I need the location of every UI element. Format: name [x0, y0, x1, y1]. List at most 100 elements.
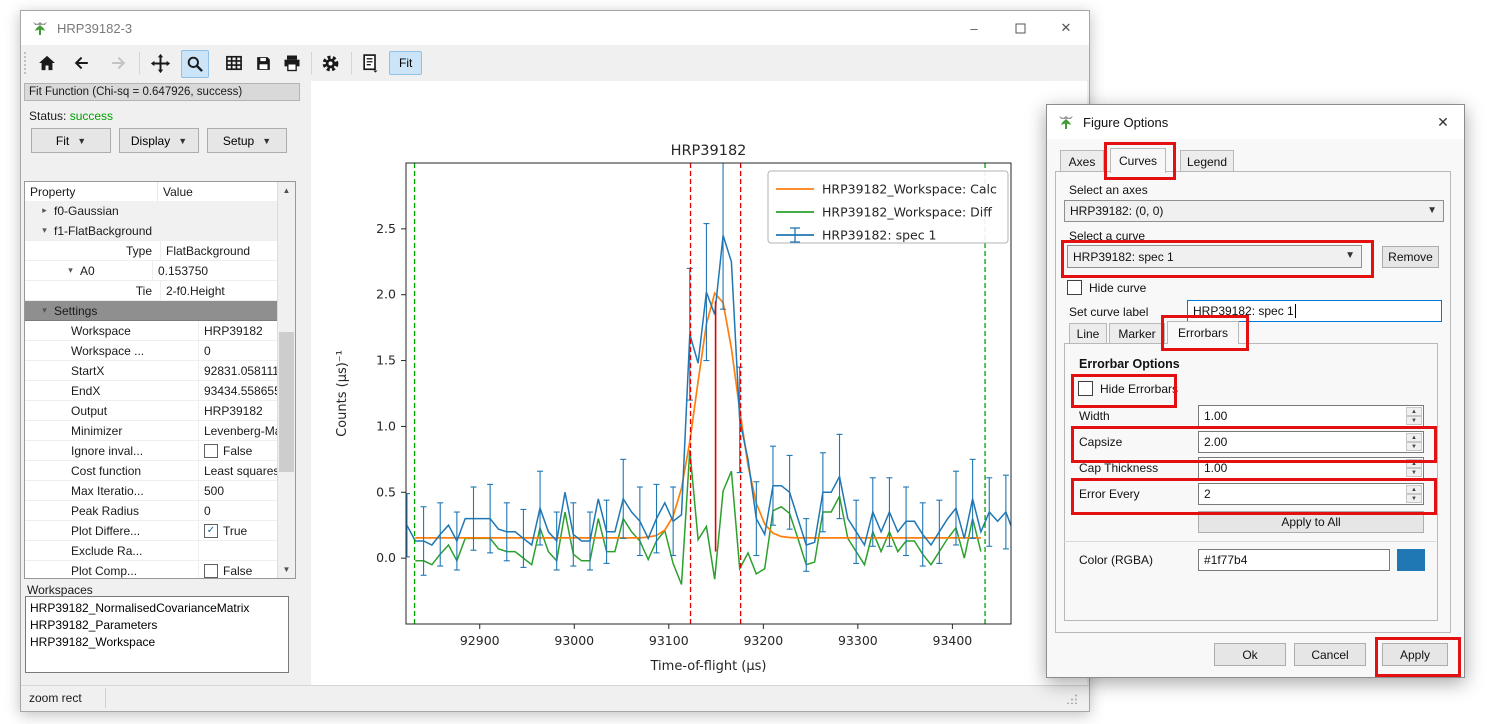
property-row[interactable]: Tie2-f0.Height [25, 281, 278, 301]
spin-down-icon[interactable]: ▼ [1406, 442, 1422, 451]
title-bar[interactable]: HRP39182-3 – ✕ [21, 11, 1089, 45]
spin-down-icon[interactable]: ▼ [1406, 468, 1422, 477]
maximize-button[interactable] [997, 11, 1043, 45]
grid-button[interactable] [221, 50, 247, 76]
property-row[interactable]: Peak Radius0 [25, 501, 278, 521]
hide-curve-checkbox[interactable] [1067, 280, 1082, 295]
property-row[interactable]: ▾f1-FlatBackground [25, 221, 278, 241]
spin-down-icon[interactable]: ▼ [1406, 416, 1422, 425]
property-row[interactable]: ▸f0-Gaussian [25, 201, 278, 221]
color-input[interactable]: #1f77b4 [1198, 549, 1390, 571]
axes-select[interactable]: HRP39182: (0, 0) ▼ [1064, 200, 1444, 222]
x-tick-label: 93100 [649, 633, 689, 648]
minimize-button[interactable]: – [951, 11, 997, 45]
property-row[interactable]: Workspace ...0 [25, 341, 278, 361]
workspace-list-item[interactable]: HRP39182_Parameters [30, 617, 288, 634]
workspace-list-item[interactable]: HRP39182_NormalisedCovarianceMatrix [30, 600, 288, 617]
property-label: Peak Radius [71, 504, 139, 518]
spin-up-icon[interactable]: ▲ [1406, 433, 1422, 442]
spin-up-icon[interactable]: ▲ [1406, 459, 1422, 468]
select-axes-label: Select an axes [1069, 183, 1148, 197]
spin-up-icon[interactable]: ▲ [1406, 485, 1422, 494]
remove-curve-button[interactable]: Remove [1382, 246, 1439, 268]
property-row[interactable]: Exclude Ra... [25, 541, 278, 561]
property-row[interactable]: Max Iteratio...500 [25, 481, 278, 501]
forward-button[interactable] [105, 50, 131, 76]
display-menu-button[interactable]: Display▼ [119, 128, 199, 153]
workspaces-list[interactable]: HRP39182_NormalisedCovarianceMatrixHRP39… [25, 596, 289, 673]
scrollbar-thumb[interactable] [279, 332, 294, 472]
apply-to-all-button[interactable]: Apply to All [1198, 511, 1424, 533]
fit-menu-button[interactable]: Fit▼ [31, 128, 111, 153]
capsize-value: 2.00 [1204, 435, 1227, 449]
curve-select[interactable]: HRP39182: spec 1 ▼ [1067, 245, 1362, 268]
toolbar-separator [311, 52, 312, 74]
y-tick-label: 2.0 [376, 287, 396, 302]
hide-errorbars-checkbox[interactable] [1078, 381, 1093, 396]
tab-curves[interactable]: Curves [1110, 148, 1166, 173]
save-button[interactable] [250, 50, 276, 76]
curve-label-input[interactable]: HRP39182: spec 1 [1187, 300, 1442, 322]
home-icon [37, 53, 57, 73]
scroll-down-icon[interactable]: ▼ [278, 561, 295, 578]
fit-toolbar-button[interactable]: Fit [389, 51, 422, 75]
property-row[interactable]: EndX93434.558655 [25, 381, 278, 401]
property-row[interactable]: MinimizerLevenberg-Marqua... [25, 421, 278, 441]
cap-thickness-spinbox[interactable]: 1.00 ▲ ▼ [1198, 457, 1424, 479]
color-label: Color (RGBA) [1079, 553, 1153, 567]
property-row[interactable]: WorkspaceHRP39182 [25, 321, 278, 341]
expand-icon[interactable]: ▸ [39, 205, 50, 216]
property-row[interactable]: OutputHRP39182 [25, 401, 278, 421]
print-button[interactable] [279, 50, 305, 76]
hide-errorbars-label: Hide Errorbars [1100, 382, 1178, 396]
close-button[interactable]: ✕ [1043, 11, 1089, 45]
color-swatch[interactable] [1397, 549, 1425, 571]
tab-errorbars[interactable]: Errorbars [1167, 321, 1239, 344]
collapse-icon[interactable]: ▾ [39, 225, 50, 236]
width-spinbox[interactable]: 1.00 ▲ ▼ [1198, 405, 1424, 427]
property-row[interactable]: Plot Differe...✓True [25, 521, 278, 541]
property-table-scrollbar[interactable]: ▲ ▼ [277, 182, 295, 578]
workspace-list-item[interactable]: HRP39182_Workspace [30, 634, 288, 651]
pan-button[interactable] [147, 50, 173, 76]
value-checkbox[interactable] [204, 564, 218, 578]
collapse-icon[interactable]: ▾ [39, 305, 50, 316]
resize-grip-icon[interactable] [1067, 694, 1077, 704]
back-button[interactable] [69, 50, 95, 76]
apply-button[interactable]: Apply [1382, 643, 1448, 666]
error-every-spinbox[interactable]: 2 ▲ ▼ [1198, 483, 1424, 505]
tab-marker[interactable]: Marker [1109, 323, 1165, 344]
property-row[interactable]: Ignore inval...False [25, 441, 278, 461]
value-checkbox[interactable]: ✓ [204, 524, 218, 538]
plot-canvas[interactable]: 9290093000931009320093300934000.00.51.01… [316, 93, 1086, 691]
hide-curve-label: Hide curve [1089, 281, 1146, 295]
setup-menu-button[interactable]: Setup▼ [207, 128, 287, 153]
property-row[interactable]: StartX92831.058111 [25, 361, 278, 381]
dialog-title-bar[interactable]: Figure Options ✕ [1047, 105, 1464, 139]
home-button[interactable] [34, 50, 60, 76]
settings-button[interactable] [317, 50, 343, 76]
cancel-button[interactable]: Cancel [1294, 643, 1366, 666]
property-row[interactable]: TypeFlatBackground [25, 241, 278, 261]
tab-axes[interactable]: Axes [1060, 150, 1104, 172]
text-caret [1295, 304, 1296, 318]
zoom-button[interactable] [181, 50, 209, 78]
property-row[interactable]: Plot Comp...False [25, 561, 278, 579]
maximize-icon [1015, 23, 1026, 34]
dialog-close-button[interactable]: ✕ [1422, 105, 1464, 139]
spin-down-icon[interactable]: ▼ [1406, 494, 1422, 503]
property-row[interactable]: Cost functionLeast squares [25, 461, 278, 481]
tab-line[interactable]: Line [1069, 323, 1107, 344]
spin-up-icon[interactable]: ▲ [1406, 407, 1422, 416]
collapse-icon[interactable]: ▾ [65, 265, 76, 276]
ok-button[interactable]: Ok [1214, 643, 1286, 666]
fit-function-header[interactable]: Fit Function (Chi-sq = 0.647926, success… [24, 83, 300, 101]
tab-legend[interactable]: Legend [1180, 150, 1234, 172]
scroll-up-icon[interactable]: ▲ [278, 182, 295, 199]
generate-script-button[interactable] [357, 50, 383, 76]
property-row[interactable]: ▾A00.153750 [25, 261, 278, 281]
toolbar-drag-handle[interactable] [24, 52, 29, 74]
capsize-spinbox[interactable]: 2.00 ▲ ▼ [1198, 431, 1424, 453]
value-checkbox[interactable] [204, 444, 218, 458]
property-row[interactable]: ▾Settings [25, 301, 278, 321]
